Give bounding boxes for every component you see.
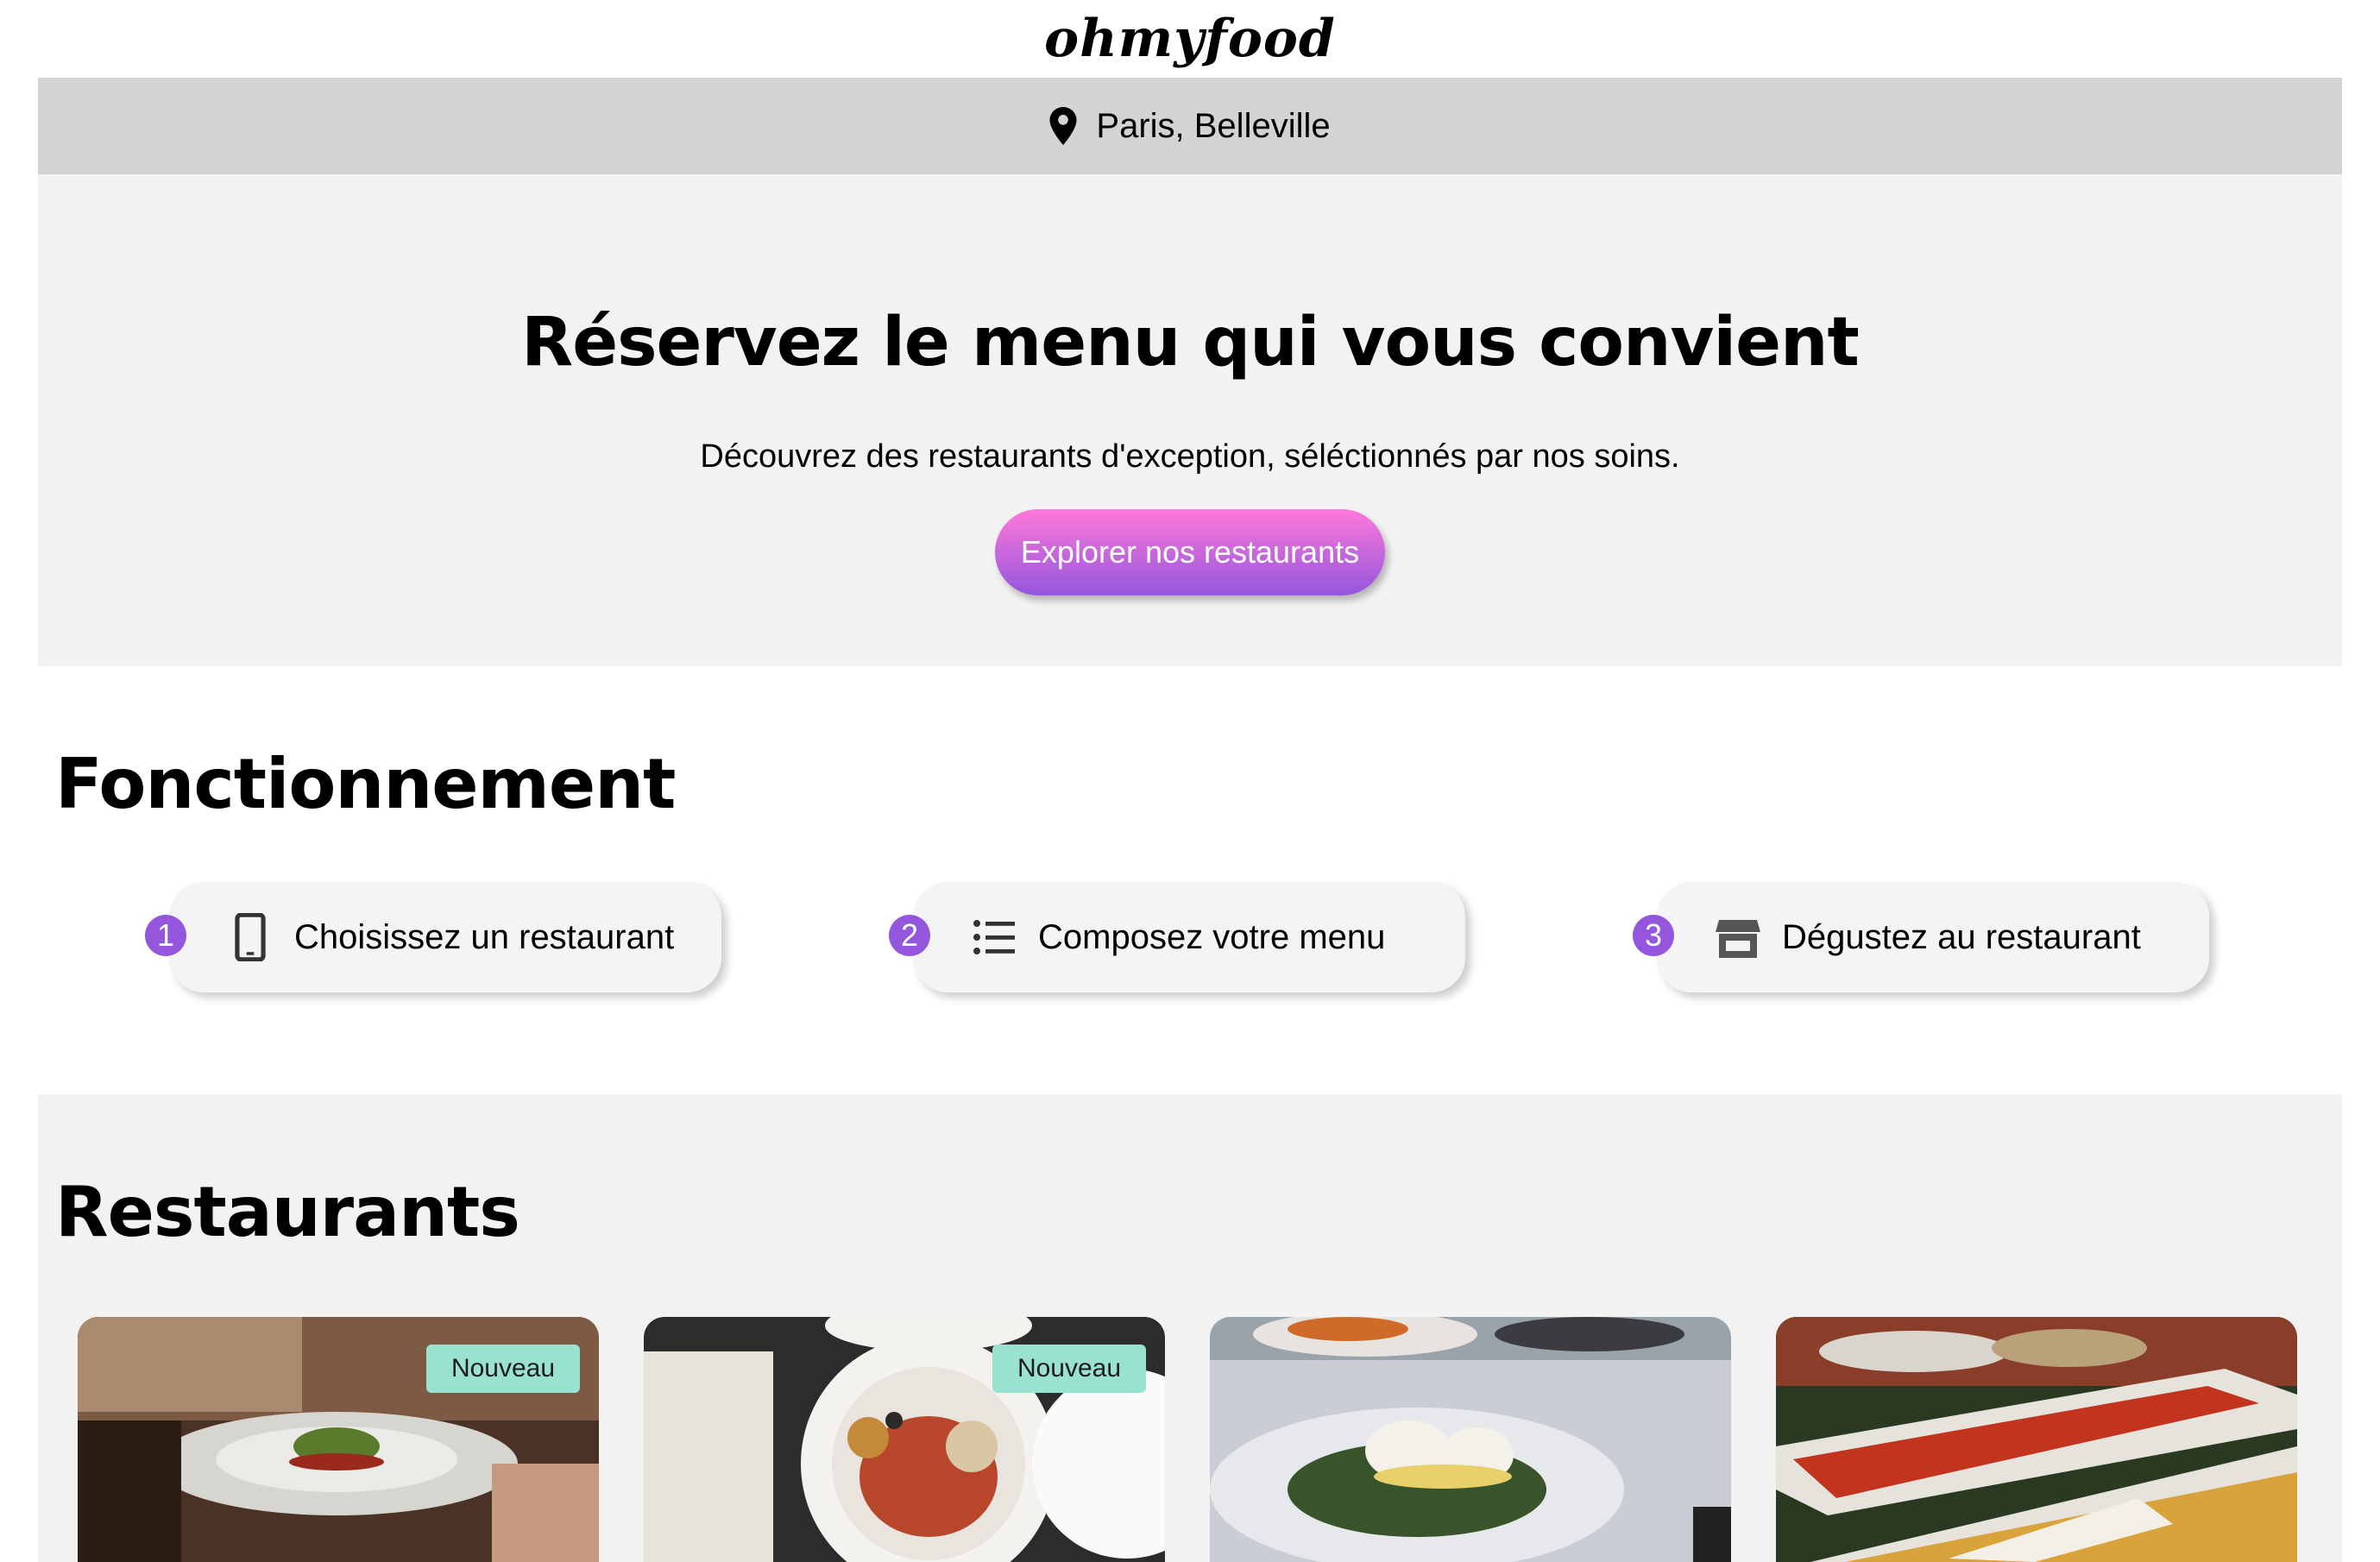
new-badge: Nouveau xyxy=(426,1345,580,1393)
step-card-2: Composez votre menu xyxy=(913,882,1465,992)
step-number-badge: 1 xyxy=(145,915,186,956)
step-label: Composez votre menu xyxy=(1038,918,1386,956)
section-title-fonctionnement: Fonctionnement xyxy=(55,744,676,824)
step-label: Dégustez au restaurant xyxy=(1782,918,2141,956)
hero-title: Réservez le menu qui vous convient xyxy=(521,304,1860,381)
location-label: Paris, Belleville xyxy=(1096,106,1331,145)
location-bar: Paris, Belleville xyxy=(38,78,2342,174)
restaurant-card[interactable] xyxy=(1210,1317,1731,1562)
smartphone-icon xyxy=(235,913,266,961)
restaurant-photo xyxy=(1776,1317,2297,1562)
location-pin-icon xyxy=(1049,107,1077,145)
step-card-3: Dégustez au restaurant xyxy=(1657,882,2209,992)
step-label: Choisissez un restaurant xyxy=(294,918,675,956)
step-number-badge: 2 xyxy=(889,915,930,956)
restaurant-card[interactable]: Nouveau xyxy=(78,1317,599,1562)
hero-subtitle: Découvrez des restaurants d'exception, s… xyxy=(700,438,1680,475)
restaurant-card[interactable]: Nouveau xyxy=(644,1317,1165,1562)
step-number-badge: 3 xyxy=(1633,915,1674,956)
restaurant-card[interactable] xyxy=(1776,1317,2297,1562)
new-badge: Nouveau xyxy=(992,1345,1146,1393)
explore-restaurants-button[interactable]: Explorer nos restaurants xyxy=(995,509,1385,595)
list-icon xyxy=(973,920,1015,954)
hero-section: Réservez le menu qui vous convient Décou… xyxy=(38,174,2342,666)
step-card-1: Choisissez un restaurant xyxy=(169,882,721,992)
storefront-icon xyxy=(1716,920,1760,958)
section-title-restaurants: Restaurants xyxy=(55,1172,520,1252)
logo[interactable]: ohmyfood xyxy=(0,0,2380,78)
restaurant-photo xyxy=(1210,1317,1731,1562)
